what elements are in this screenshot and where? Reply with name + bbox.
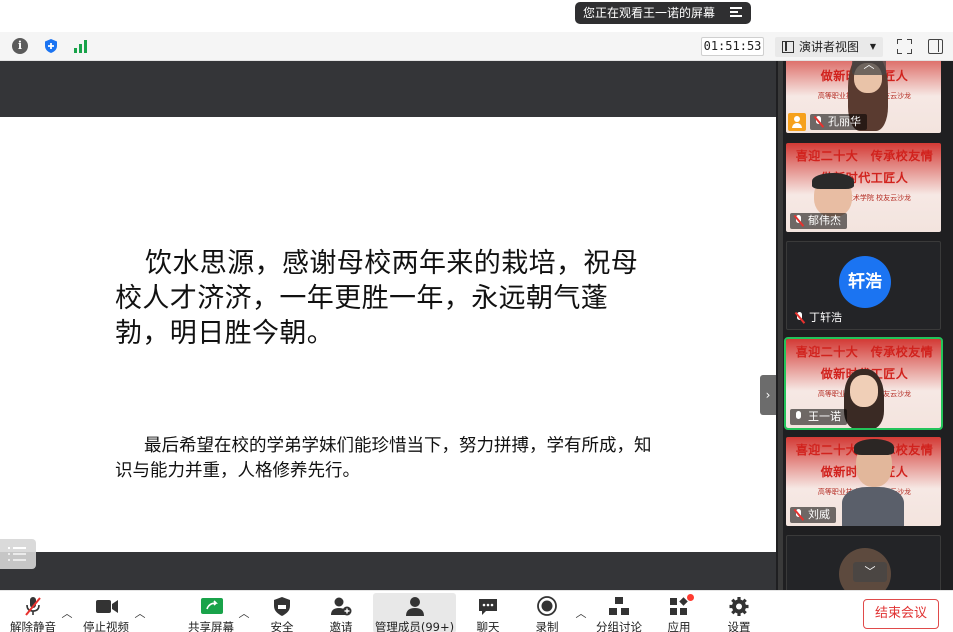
record-options-chevron-up-icon[interactable]: ︿ bbox=[575, 605, 587, 621]
collapse-gallery-handle[interactable]: › bbox=[760, 375, 776, 415]
tile-banner-text: 喜迎二十大 传承校友情 bbox=[795, 149, 934, 163]
participant-name-tag: 郁伟杰 bbox=[790, 213, 847, 229]
viewing-screen-indicator[interactable]: 您正在观看王一诺的屏幕 bbox=[575, 2, 751, 24]
avatar: 轩浩 bbox=[839, 256, 891, 308]
view-options-menu-icon[interactable] bbox=[730, 7, 742, 19]
participant-name-tag: 刘威 bbox=[790, 507, 836, 523]
share-screen-icon bbox=[200, 596, 223, 617]
manage-members-label: 管理成员(99+) bbox=[374, 620, 455, 632]
share-screen-label: 共享屏幕 bbox=[188, 620, 234, 632]
breakout-rooms-button[interactable]: 分组讨论 bbox=[595, 593, 643, 632]
chat-label: 聊天 bbox=[476, 620, 500, 632]
sidebar-toggle-icon[interactable] bbox=[928, 39, 943, 54]
settings-button[interactable]: 设置 bbox=[721, 593, 757, 632]
encryption-shield-icon[interactable] bbox=[43, 38, 59, 54]
shared-screen: 饮水思源，感谢母校两年来的栽培，祝母校人才济济，一年更胜一年，永远朝气蓬勃，明日… bbox=[0, 61, 776, 590]
mic-muted-icon bbox=[22, 596, 44, 617]
gallery-scroll-down-button[interactable]: ﹀ bbox=[853, 562, 887, 582]
unmute-label: 解除静音 bbox=[10, 620, 56, 632]
participant-name: 郁伟杰 bbox=[808, 214, 841, 227]
stop-video-label: 停止视频 bbox=[83, 620, 129, 632]
invite-button[interactable]: 邀请 bbox=[322, 593, 360, 632]
info-icon[interactable]: i bbox=[12, 38, 28, 54]
breakout-rooms-label: 分组讨论 bbox=[596, 620, 642, 632]
slide-paragraph-large: 饮水思源，感谢母校两年来的栽培，祝母校人才济济，一年更胜一年，永远朝气蓬勃，明日… bbox=[115, 248, 639, 348]
chat-bubble-icon bbox=[477, 596, 499, 617]
fullscreen-icon[interactable] bbox=[897, 39, 912, 54]
participant-gallery: 做新时代工匠人 高等职业技术学院 校友云沙龙 ︿ 孔丽华 喜迎二十大 传承校友情… bbox=[776, 61, 953, 590]
meeting-toolbar: i 01:51:53 演讲者视图 ▼ bbox=[0, 32, 953, 61]
video-camera-icon bbox=[95, 596, 118, 617]
participant-tile[interactable]: ﹀ bbox=[786, 535, 941, 590]
host-icon bbox=[788, 113, 806, 131]
manage-members-button[interactable]: 管理成员(99+) bbox=[373, 593, 456, 632]
audio-options-chevron-up-icon[interactable]: ︿ bbox=[61, 605, 73, 621]
mic-on-icon bbox=[794, 411, 803, 423]
chat-button[interactable]: 聊天 bbox=[470, 593, 506, 632]
breakout-rooms-icon bbox=[608, 596, 630, 617]
mic-muted-icon bbox=[794, 215, 803, 227]
security-shield-icon bbox=[271, 596, 293, 617]
view-mode-label: 演讲者视图 bbox=[799, 40, 860, 54]
participant-name-tag: 丁轩浩 bbox=[791, 310, 848, 326]
record-icon bbox=[536, 596, 558, 617]
participant-hair bbox=[854, 439, 894, 455]
participant-tile[interactable]: 喜迎二十大 传承校友情 做新时代工匠人 高等职业技术学院 校友云沙龙 郁伟杰 bbox=[786, 143, 941, 232]
viewing-label: 您正在观看王一诺的屏幕 bbox=[583, 6, 716, 20]
participant-tile[interactable]: 喜迎二十大 传承校友情 做新时代工匠人 高等职业技术学院 校友云沙龙 刘威 bbox=[786, 437, 941, 526]
presentation-slide: 饮水思源，感谢母校两年来的栽培，祝母校人才济济，一年更胜一年，永远朝气蓬勃，明日… bbox=[0, 117, 776, 569]
tile-banner-text: 喜迎二十大 传承校友情 bbox=[795, 345, 934, 359]
participant-video bbox=[842, 487, 904, 526]
participant-tile-active[interactable]: 喜迎二十大 传承校友情 做新时代工匠人 高等职业技术学院 校友云沙龙 王一诺 bbox=[784, 337, 943, 430]
members-icon bbox=[404, 596, 426, 617]
record-label: 录制 bbox=[535, 620, 559, 632]
top-banner: 您正在观看王一诺的屏幕 bbox=[0, 0, 953, 32]
apps-label: 应用 bbox=[667, 620, 691, 632]
video-options-chevron-up-icon[interactable]: ︿ bbox=[134, 605, 146, 621]
mic-muted-icon bbox=[814, 116, 823, 128]
invite-label: 邀请 bbox=[329, 620, 353, 632]
participant-name: 孔丽华 bbox=[828, 115, 861, 128]
security-label: 安全 bbox=[270, 620, 294, 632]
end-meeting-button[interactable]: 结束会议 bbox=[863, 599, 939, 629]
bottom-control-bar: 解除静音 ︿ 停止视频 ︿ 共享屏幕 ︿ 安全 邀请 管理成员(99+) 聊天 … bbox=[0, 590, 953, 632]
outline-list-icon[interactable] bbox=[0, 539, 36, 569]
security-button[interactable]: 安全 bbox=[264, 593, 300, 632]
participant-tile[interactable]: 做新时代工匠人 高等职业技术学院 校友云沙龙 ︿ 孔丽华 bbox=[786, 61, 941, 133]
participant-name: 王一诺 bbox=[808, 410, 841, 423]
network-signal-icon[interactable] bbox=[73, 38, 89, 54]
invite-user-icon bbox=[330, 596, 352, 617]
mic-muted-icon bbox=[795, 312, 804, 324]
notification-dot bbox=[687, 594, 694, 601]
participant-name-tag: 王一诺 bbox=[790, 409, 847, 425]
gear-icon bbox=[728, 596, 750, 617]
participant-face bbox=[850, 375, 878, 407]
view-mode-select[interactable]: 演讲者视图 ▼ bbox=[775, 37, 883, 57]
apps-button[interactable]: 应用 bbox=[661, 593, 697, 632]
settings-label: 设置 bbox=[727, 620, 751, 632]
gallery-scroll-up-button[interactable]: ︿ bbox=[852, 61, 886, 75]
share-options-chevron-up-icon[interactable]: ︿ bbox=[238, 605, 250, 621]
participant-name: 丁轩浩 bbox=[809, 311, 842, 324]
chevron-down-icon: ▼ bbox=[869, 42, 876, 51]
mic-muted-icon bbox=[794, 509, 803, 521]
layout-icon bbox=[782, 41, 794, 53]
participant-hair bbox=[812, 173, 854, 189]
record-button[interactable]: 录制 bbox=[529, 593, 565, 632]
unmute-button[interactable]: 解除静音 bbox=[6, 593, 60, 632]
gallery-scrollbar[interactable] bbox=[778, 61, 783, 590]
participant-name-tag: 孔丽华 bbox=[810, 114, 867, 130]
participant-name: 刘威 bbox=[808, 508, 830, 521]
stop-video-button[interactable]: 停止视频 bbox=[80, 593, 132, 632]
share-screen-button[interactable]: 共享屏幕 bbox=[186, 593, 236, 632]
slide-paragraph-small: 最后希望在校的学弟学妹们能珍惜当下，努力拼搏，学有所成，知识与能力并重，人格修养… bbox=[115, 435, 652, 480]
apps-grid-icon bbox=[668, 594, 694, 617]
meeting-window: 您正在观看王一诺的屏幕 i 01:51:53 演讲者视图 ▼ 饮水思源，感谢母校… bbox=[0, 0, 953, 632]
meeting-timer: 01:51:53 bbox=[701, 37, 764, 56]
participant-tile[interactable]: 轩浩 丁轩浩 bbox=[786, 241, 941, 330]
